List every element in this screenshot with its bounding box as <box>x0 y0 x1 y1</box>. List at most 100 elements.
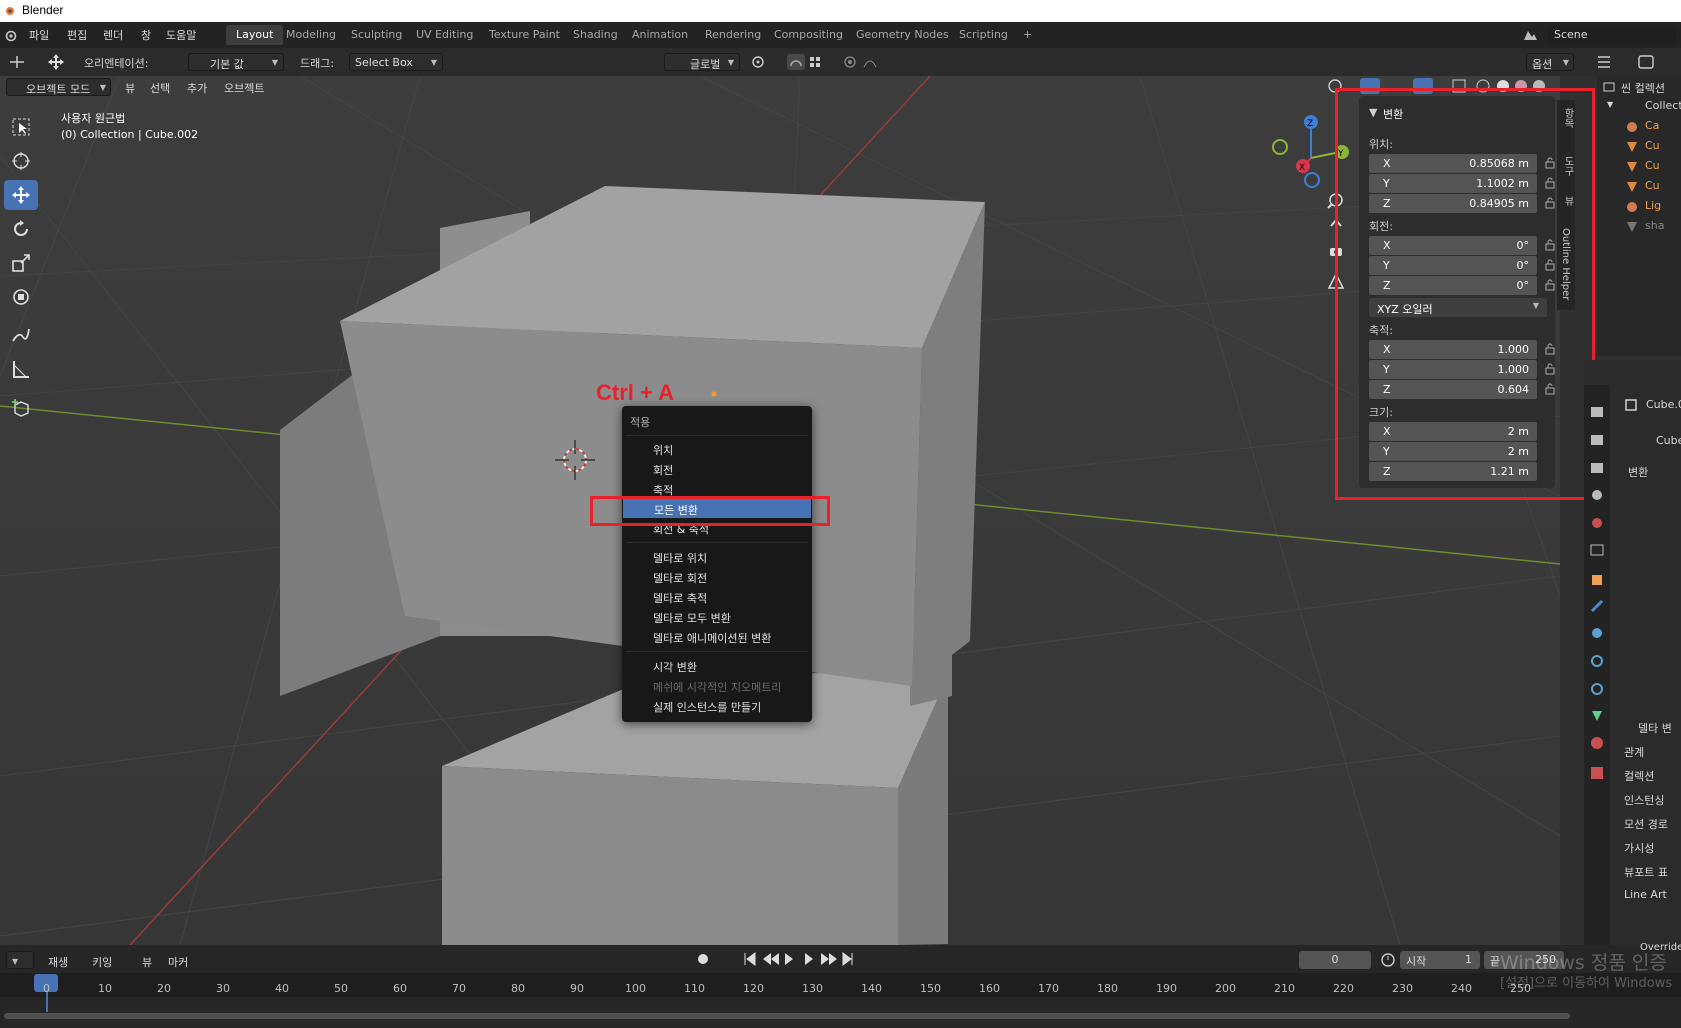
section-line-art[interactable]: Line Art <box>1624 888 1667 901</box>
tab-modeling[interactable]: Modeling <box>276 25 346 45</box>
timeline-scrollbar[interactable] <box>4 1013 1570 1019</box>
transform-pivot-icon[interactable] <box>8 54 26 70</box>
current-frame-field[interactable]: 0 <box>1299 951 1371 969</box>
add-cube-tool[interactable] <box>4 392 38 422</box>
tab-scripting[interactable]: Scripting <box>949 25 1018 45</box>
menu-window[interactable]: 창 <box>141 27 151 43</box>
outliner-item-cube[interactable]: Cu <box>1645 179 1660 192</box>
transform-tool[interactable] <box>4 282 38 312</box>
outliner-collection[interactable]: Collect <box>1645 99 1681 112</box>
display-mode-icon[interactable] <box>1636 53 1666 71</box>
highlight-box-menu <box>590 496 830 526</box>
move-tool[interactable] <box>4 180 38 210</box>
outliner-item-camera[interactable]: Ca <box>1645 119 1659 132</box>
expand-arrow-icon[interactable]: ▼ <box>1607 100 1613 109</box>
timeline-ruler[interactable] <box>0 973 1681 997</box>
tab-uv-editing[interactable]: UV Editing <box>406 25 483 45</box>
timeline-menu-view[interactable]: 뷰 <box>142 954 152 970</box>
chevron-down-icon: ▼ <box>430 58 437 67</box>
tab-compositing[interactable]: Compositing <box>764 25 853 45</box>
section-motion-paths[interactable]: 모션 경로 <box>1624 816 1668 832</box>
orientation-dropdown[interactable]: 기본 값 ▼ <box>188 53 284 71</box>
start-frame-field[interactable]: 시작 1 <box>1400 951 1480 969</box>
section-visibility[interactable]: 가시성 <box>1624 840 1654 856</box>
proportional-editing-icon[interactable] <box>842 53 892 71</box>
frame-tick: 70 <box>452 982 466 995</box>
make-instances-real-item[interactable]: 실제 인스턴스를 만들기 <box>622 696 812 715</box>
tab-layout[interactable]: Layout <box>226 25 284 45</box>
add-workspace-button[interactable]: + <box>1013 25 1042 45</box>
select-box-tool[interactable] <box>4 112 38 142</box>
frame-tick: 60 <box>393 982 407 995</box>
snap-icon[interactable] <box>786 53 830 71</box>
tab-texture-paint[interactable]: Texture Paint <box>479 25 570 45</box>
scene-selector[interactable]: Scene <box>1548 26 1676 44</box>
viewport-menu-object[interactable]: 오브젝트 <box>224 80 264 96</box>
section-viewport-display[interactable]: 뷰포트 표 <box>1624 864 1668 880</box>
outliner-filter-icon[interactable] <box>1594 53 1624 71</box>
options-dropdown[interactable]: 옵션 ▼ <box>1526 53 1574 71</box>
frame-tick: 100 <box>625 982 646 995</box>
section-relations[interactable]: 관계 <box>1624 744 1644 760</box>
cursor-tool[interactable] <box>4 146 38 176</box>
playback-controls[interactable] <box>695 951 855 967</box>
object-mode-dropdown[interactable]: 오브젝트 모드 ▼ <box>6 78 111 96</box>
timeline-menu-playback[interactable]: 재생 <box>48 954 68 970</box>
annotate-tool[interactable] <box>4 320 38 350</box>
apply-menu: 적용 위치 회전 축적 모든 변환 회전 & 축적 델타로 위치 델타로 회전 … <box>622 406 812 722</box>
object-name[interactable]: Cube.0 <box>1646 398 1681 411</box>
viewport-header: 오브젝트 모드 ▼ 뷰 선택 추가 오브젝트 <box>0 76 1330 98</box>
outliner-item-cube[interactable]: Cu <box>1645 159 1660 172</box>
delta-animated-transforms-item[interactable]: 델타로 애니메이션된 변환 <box>622 627 812 646</box>
visual-transform-item[interactable]: 시각 변환 <box>622 656 812 675</box>
section-collections[interactable]: 컬렉션 <box>1624 768 1654 784</box>
measure-tool[interactable] <box>4 354 38 384</box>
editor-type-dropdown[interactable]: ▼ <box>6 951 34 969</box>
outliner-title: 씬 컬렉션 <box>1621 82 1665 95</box>
apply-rotation-item[interactable]: 회전 <box>622 459 812 478</box>
menu-render[interactable]: 렌더 <box>103 27 123 43</box>
tab-shading[interactable]: Shading <box>563 25 628 45</box>
outliner-item-cube[interactable]: Cu <box>1645 139 1660 152</box>
viewport-menu-view[interactable]: 뷰 <box>125 80 135 96</box>
menu-edit[interactable]: 편집 <box>67 27 87 43</box>
rotate-tool[interactable] <box>4 214 38 244</box>
scale-tool[interactable] <box>4 248 38 278</box>
timeline-menu-marker[interactable]: 마커 <box>168 954 188 970</box>
delta-scale-item[interactable]: 델타로 축적 <box>622 587 812 606</box>
viewport-menu-add[interactable]: 추가 <box>187 80 207 96</box>
svg-text:Z: Z <box>1307 119 1313 129</box>
outliner: 씬 컬렉션 ▼ Collect Ca Cu Cu Cu Lig sha <box>1597 76 1681 356</box>
delta-all-transforms-item[interactable]: 델타로 모두 변환 <box>622 607 812 626</box>
timeline-menu-keying[interactable]: 키잉 <box>92 954 112 970</box>
tab-animation[interactable]: Animation <box>622 25 698 45</box>
pivot-point-icon[interactable] <box>750 54 774 70</box>
object-type-icons <box>1627 122 1637 232</box>
section-instancing[interactable]: 인스턴싱 <box>1624 792 1664 808</box>
delta-location-item[interactable]: 델타로 위치 <box>622 547 812 566</box>
menu-help[interactable]: 도움말 <box>166 27 196 43</box>
frame-tick: 50 <box>334 982 348 995</box>
frame-tick: 0 <box>43 982 50 995</box>
menu-divider <box>626 542 808 543</box>
properties-tab-icons[interactable] <box>1589 405 1605 845</box>
transform-orientation-dropdown[interactable]: 글로벌 ▼ <box>664 53 740 71</box>
stopwatch-icon[interactable] <box>1380 951 1396 967</box>
frame-tick: 130 <box>802 982 823 995</box>
viewport-menu-select[interactable]: 선택 <box>150 80 170 96</box>
outliner-item-light[interactable]: Lig <box>1645 199 1661 212</box>
blender-menu-icon[interactable] <box>4 28 18 42</box>
apply-location-item[interactable]: 위치 <box>622 439 812 458</box>
top-menubar: 파일 편집 렌더 창 도움말 Layout Modeling Sculpting… <box>0 22 1681 48</box>
tab-geometry-nodes[interactable]: Geometry Nodes <box>846 25 959 45</box>
tab-rendering[interactable]: Rendering <box>695 25 771 45</box>
data-name-field[interactable]: Cube <box>1656 434 1681 447</box>
section-transform[interactable]: 변환 <box>1628 464 1648 480</box>
outliner-item-shape[interactable]: sha <box>1645 219 1664 232</box>
menu-file[interactable]: 파일 <box>29 27 49 43</box>
drag-dropdown[interactable]: Select Box ▼ <box>349 53 443 71</box>
section-delta-transform[interactable]: 델타 변 <box>1638 720 1672 736</box>
delta-rotation-item[interactable]: 델타로 회전 <box>622 567 812 586</box>
scene-icon[interactable] <box>1522 28 1538 42</box>
tab-sculpting[interactable]: Sculpting <box>341 25 412 45</box>
